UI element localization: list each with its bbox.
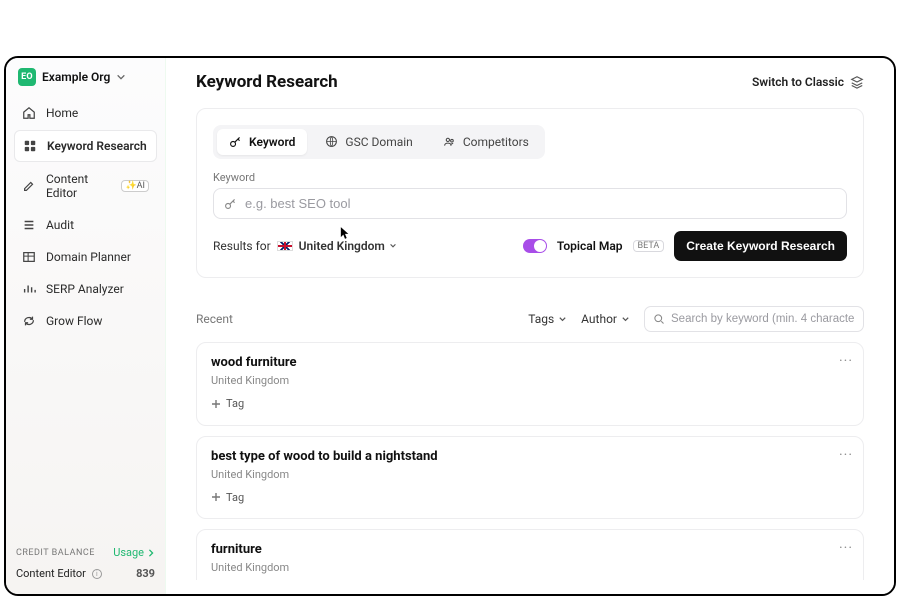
sidebar-item-serp-analyzer[interactable]: SERP Analyzer <box>14 274 157 304</box>
keyword-input[interactable] <box>245 196 836 211</box>
sidebar-item-label: Content Editor <box>46 172 111 200</box>
recent-search-input[interactable] <box>671 313 855 325</box>
cycle-icon <box>22 314 36 328</box>
recent-search-wrapper[interactable] <box>644 306 864 332</box>
tag-label: Tag <box>226 491 244 504</box>
sidebar-item-label: SERP Analyzer <box>46 282 124 296</box>
create-keyword-research-button[interactable]: Create Keyword Research <box>674 231 847 261</box>
add-tag-button[interactable]: Tag <box>211 491 244 504</box>
sidebar-item-label: Audit <box>46 218 74 232</box>
credit-item-value: 839 <box>136 567 155 580</box>
recent-heading: Recent <box>196 312 233 326</box>
keyword-input-wrapper[interactable] <box>213 188 847 219</box>
sidebar-item-grow-flow[interactable]: Grow Flow <box>14 306 157 336</box>
globe-icon <box>325 135 339 149</box>
tab-label: Keyword <box>249 135 295 149</box>
org-avatar: EO <box>18 68 36 86</box>
country-name: United Kingdom <box>299 239 385 253</box>
sidebar-item-label: Domain Planner <box>46 250 131 264</box>
org-name: Example Org <box>42 70 110 84</box>
key-icon <box>229 135 243 149</box>
uk-flag-icon <box>277 241 293 251</box>
table-icon <box>22 250 36 264</box>
bars-icon <box>22 282 36 296</box>
credit-item-label: Content Editor <box>16 567 86 580</box>
sidebar-item-home[interactable]: Home <box>14 98 157 128</box>
recent-item-location: United Kingdom <box>211 561 849 574</box>
recent-item-keyword: best type of wood to build a nightstand <box>211 449 849 464</box>
keyword-search-card: Keyword GSC Domain Competitors <box>196 108 864 278</box>
sidebar-item-label: Keyword Research <box>47 139 147 153</box>
add-tag-button[interactable]: Tag <box>211 397 244 410</box>
ai-badge: ✨AI <box>121 180 149 192</box>
filter-label: Tags <box>528 312 554 326</box>
home-icon <box>22 106 36 120</box>
search-icon <box>653 313 665 325</box>
tab-label: Competitors <box>463 135 529 149</box>
info-icon[interactable]: i <box>92 569 102 579</box>
results-for-label: Results for <box>213 239 271 253</box>
topical-map-label: Topical Map <box>557 239 623 253</box>
filter-label: Author <box>581 312 617 326</box>
main: Keyword Research Switch to Classic Keywo… <box>166 58 894 594</box>
recent-item[interactable]: ··· wood furniture United Kingdom Tag <box>196 342 864 426</box>
more-icon[interactable]: ··· <box>839 447 853 463</box>
sidebar-nav: Home Keyword Research Content Editor ✨AI <box>6 92 165 342</box>
recent-item-keyword: wood furniture <box>211 355 849 370</box>
tab-gsc-domain[interactable]: GSC Domain <box>313 129 424 155</box>
filter-author[interactable]: Author <box>581 312 630 326</box>
edit-icon <box>22 179 36 193</box>
recent-list: ··· wood furniture United Kingdom Tag ··… <box>196 342 864 580</box>
tab-label: GSC Domain <box>345 135 412 149</box>
people-icon <box>443 135 457 149</box>
usage-label: Usage <box>113 546 144 559</box>
recent-item-location: United Kingdom <box>211 374 849 387</box>
country-selector[interactable]: United Kingdom <box>299 239 397 253</box>
tab-competitors[interactable]: Competitors <box>431 129 541 155</box>
topical-map-toggle[interactable] <box>523 239 547 253</box>
search-mode-tabs: Keyword GSC Domain Competitors <box>213 125 545 159</box>
recent-item-keyword: furniture <box>211 542 849 557</box>
filter-tags[interactable]: Tags <box>528 312 567 326</box>
credit-balance-label: Credit Balance <box>16 548 95 558</box>
sidebar-item-keyword-research[interactable]: Keyword Research <box>14 130 157 162</box>
page-title: Keyword Research <box>196 72 338 92</box>
results-for: Results for United Kingdom <box>213 239 397 253</box>
grid-icon <box>23 139 37 153</box>
more-icon[interactable]: ··· <box>839 353 853 369</box>
switch-to-classic-label: Switch to Classic <box>752 75 844 89</box>
tag-label: Tag <box>226 397 244 410</box>
recent-item[interactable]: ··· best type of wood to build a nightst… <box>196 436 864 520</box>
recent-item[interactable]: ··· furniture United Kingdom Tag <box>196 529 864 580</box>
recent-item-location: United Kingdom <box>211 468 849 481</box>
more-icon[interactable]: ··· <box>839 540 853 556</box>
usage-link[interactable]: Usage <box>113 546 155 559</box>
sidebar-item-label: Grow Flow <box>46 314 102 328</box>
sidebar-item-domain-planner[interactable]: Domain Planner <box>14 242 157 272</box>
keyword-field-label: Keyword <box>213 171 847 184</box>
sidebar-footer: Credit Balance Usage Content Editor i 83… <box>6 536 165 594</box>
sidebar-item-label: Home <box>46 106 78 120</box>
list-icon <box>22 218 36 232</box>
org-switcher[interactable]: EO Example Org <box>6 58 165 92</box>
sidebar-item-audit[interactable]: Audit <box>14 210 157 240</box>
sidebar-item-content-editor[interactable]: Content Editor ✨AI <box>14 164 157 208</box>
switch-to-classic-button[interactable]: Switch to Classic <box>752 75 864 89</box>
beta-badge: BETA <box>633 240 665 252</box>
sidebar: EO Example Org Home Keyword Res <box>6 58 166 594</box>
key-icon <box>224 197 237 210</box>
chevron-down-icon <box>116 72 126 82</box>
tab-keyword[interactable]: Keyword <box>217 129 307 155</box>
layers-icon <box>850 75 864 89</box>
